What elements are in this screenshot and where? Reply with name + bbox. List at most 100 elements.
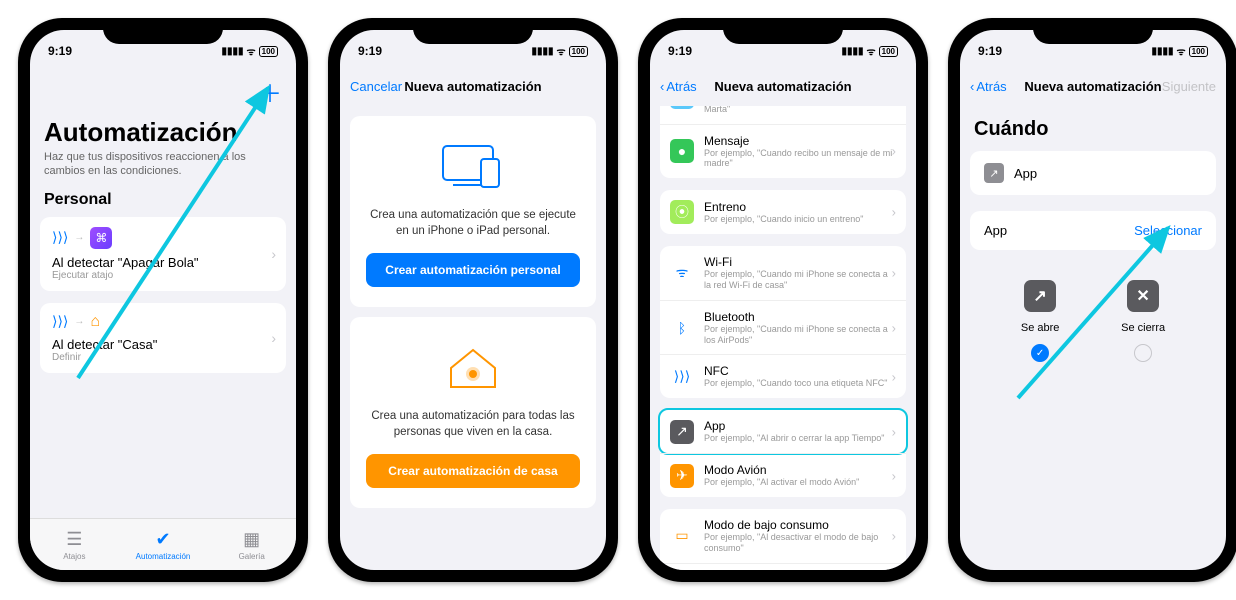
chevron-icon: › — [892, 320, 896, 335]
app-icon: ↗ — [984, 163, 1004, 183]
chevron-icon: › — [892, 144, 896, 159]
automation-title: Al detectar "Casa" — [52, 337, 274, 352]
trigger-title: App — [704, 419, 894, 433]
trigger-card: ↗ App — [970, 151, 1216, 195]
notch — [103, 18, 223, 44]
phone-frame-1: 9:19 ▮▮▮▮ ᯤ 100 ＋ Automatización Haz que… — [18, 18, 308, 582]
select-link[interactable]: Seleccionar — [1134, 223, 1202, 238]
close-icon: ✕ — [1127, 280, 1159, 312]
back-button[interactable]: ‹ Atrás — [660, 79, 697, 94]
option-opens[interactable]: ↗ Se abre ✓ — [1021, 280, 1060, 362]
trigger-item-wi-fi[interactable]: ᯤWi-FiPor ejemplo, "Cuando mi iPhone se … — [660, 246, 906, 300]
trigger-group: ✉︎EmailPor ejemplo, "Cuando recibo un co… — [660, 106, 906, 178]
phone-frame-4: 9:19 ▮▮▮▮ ᯤ 100 ‹ Atrás Nueva automatiza… — [948, 18, 1236, 582]
trigger-item-modo-avión[interactable]: ✈ Modo AviónPor ejemplo, "Al activar el m… — [660, 453, 906, 497]
trigger-label: App — [1014, 166, 1037, 181]
wi-fi-icon: ᯤ — [670, 261, 694, 285]
trigger-item-bluetooth[interactable]: ᛒBluetoothPor ejemplo, "Cuando mi iPhone… — [660, 300, 906, 355]
trigger-item-nivel-de-batería[interactable]: ▬Nivel de bateríaPor ejemplo, "Cuando el… — [660, 563, 906, 570]
trigger-sub: Por ejemplo, "Cuando inicio un entreno" — [704, 214, 894, 225]
cancel-button[interactable]: Cancelar — [350, 79, 402, 94]
automation-card[interactable]: ⟩⟩⟩ → ⌂ Al detectar "Casa" Definir › — [40, 303, 286, 373]
nav-bar: ‹ Atrás Nueva automatización — [650, 66, 916, 106]
nav-title: Nueva automatización — [404, 79, 541, 94]
trigger-item-entreno[interactable]: ⦿EntrenoPor ejemplo, "Cuando inicio un e… — [660, 190, 906, 234]
page-subtitle: Haz que tus dispositivos reaccionen a lo… — [40, 150, 286, 189]
status-time: 9:19 — [358, 44, 382, 58]
nfc-icon: ⟩⟩⟩ — [670, 365, 694, 389]
grid-icon: ▦ — [243, 529, 260, 550]
chevron-icon: › — [892, 369, 896, 384]
modo-de-bajo-consumo-icon: ▭ — [670, 524, 694, 548]
battery-icon: 100 — [569, 46, 588, 57]
trigger-sub: Por ejemplo, "Al abrir o cerrar la app T… — [704, 433, 894, 444]
signal-icon: ▮▮▮▮ — [841, 46, 863, 57]
chevron-icon: › — [892, 468, 896, 483]
create-home-button[interactable]: Crear automatización de casa — [366, 454, 580, 488]
trigger-item-email[interactable]: ✉︎EmailPor ejemplo, "Cuando recibo un co… — [660, 106, 906, 124]
option-closes[interactable]: ✕ Se cierra — [1121, 280, 1165, 362]
trigger-title: NFC — [704, 364, 894, 378]
trigger-item-mensaje[interactable]: ●MensajePor ejemplo, "Cuando recibo un m… — [660, 124, 906, 179]
page-title: Automatización — [40, 113, 286, 150]
nav-title: Nueva automatización — [714, 79, 851, 94]
automation-sub: Definir — [52, 352, 274, 363]
wifi-icon: ᯤ — [247, 44, 256, 58]
signal-icon: ▮▮▮▮ — [1151, 46, 1173, 57]
trigger-sub: Por ejemplo, "Cuando mi iPhone se conect… — [704, 324, 894, 346]
app-selector-row[interactable]: App Seleccionar — [970, 211, 1216, 250]
notch — [723, 18, 843, 44]
battery-icon: 100 — [879, 46, 898, 57]
when-heading: Cuándo — [970, 106, 1216, 151]
wifi-icon: ᯤ — [1177, 44, 1186, 58]
home-icon — [366, 337, 580, 397]
toggle-row: ↗ Se abre ✓ ✕ Se cierra — [970, 270, 1216, 372]
nav-title: Nueva automatización — [1024, 79, 1161, 94]
nav-bar: ‹ Atrás Nueva automatización Siguiente — [960, 66, 1226, 106]
notch — [413, 18, 533, 44]
wifi-icon: ᯤ — [557, 44, 566, 58]
tab-automation[interactable]: ✔︎ Automatización — [119, 519, 208, 570]
radio-opens[interactable]: ✓ — [1031, 344, 1049, 362]
arrow-icon: → — [74, 316, 84, 327]
trigger-title: Wi-Fi — [704, 255, 894, 269]
next-button[interactable]: Siguiente — [1162, 79, 1216, 94]
open-icon: ↗ — [1024, 280, 1056, 312]
automation-sub: Ejecutar atajo — [52, 270, 274, 281]
create-personal-button[interactable]: Crear automatización personal — [366, 253, 580, 287]
battery-icon: 100 — [1189, 46, 1208, 57]
trigger-title: Bluetooth — [704, 310, 894, 324]
section-heading: Personal — [40, 189, 286, 217]
trigger-sub: Por ejemplo, "Al desactivar el modo de b… — [704, 532, 894, 554]
nfc-icon: ⟩⟩⟩ — [52, 313, 68, 330]
trigger-sub: Por ejemplo, "Cuando recibo un mensaje d… — [704, 148, 894, 170]
trigger-sub: Por ejemplo, "Al activar el modo Avión" — [704, 477, 894, 488]
card-description: Crea una automatización para todas las p… — [366, 409, 580, 440]
app-row-label: App — [984, 223, 1007, 238]
nfc-icon: ⟩⟩⟩ — [52, 229, 68, 246]
trigger-title: Modo de bajo consumo — [704, 518, 894, 532]
tab-gallery[interactable]: ▦ Galería — [207, 519, 296, 570]
modo-avión-icon: ✈ — [670, 464, 694, 488]
notch — [1033, 18, 1153, 44]
trigger-item-app[interactable]: ↗AppPor ejemplo, "Al abrir o cerrar la a… — [658, 408, 908, 455]
radio-closes[interactable] — [1134, 344, 1152, 362]
trigger-item-nfc[interactable]: ⟩⟩⟩NFCPor ejemplo, "Cuando toco una etiq… — [660, 354, 906, 398]
battery-icon: 100 — [259, 46, 278, 57]
card-description: Crea una automatización que se ejecute e… — [366, 208, 580, 239]
automation-card[interactable]: ⟩⟩⟩ → ⌘ Al detectar "Apagar Bola" Ejecut… — [40, 217, 286, 291]
tab-shortcuts[interactable]: ☰ Atajos — [30, 519, 119, 570]
trigger-title: Entreno — [704, 200, 894, 214]
chevron-icon: › — [271, 330, 276, 346]
back-button[interactable]: ‹ Atrás — [970, 79, 1007, 94]
trigger-item-modo-de-bajo-consumo[interactable]: ▭ Modo de bajo consumoPor ejemplo, "Al de… — [660, 509, 906, 563]
trigger-title: Mensaje — [704, 134, 894, 148]
wifi-icon: ᯤ — [867, 44, 876, 58]
trigger-title: Modo Avión — [704, 463, 894, 477]
chevron-icon: › — [271, 246, 276, 262]
clock-check-icon: ✔︎ — [155, 529, 170, 550]
status-time: 9:19 — [978, 44, 1002, 58]
chevron-icon: › — [892, 265, 896, 280]
add-button[interactable]: ＋ — [258, 74, 282, 109]
home-automation-card: Crea una automatización para todas las p… — [350, 317, 596, 508]
